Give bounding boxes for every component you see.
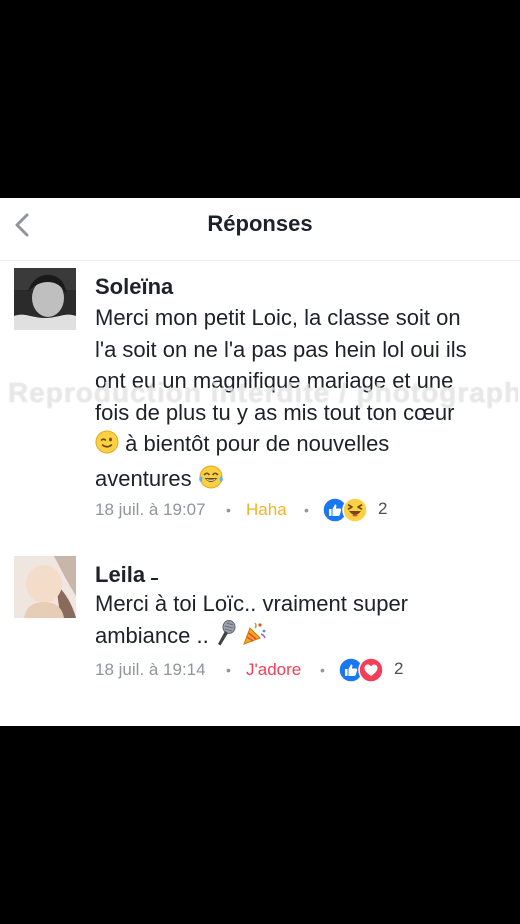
comment-line: l'a soit on ne l'a pas pas hein lol oui … xyxy=(95,336,467,362)
watermark: Reproduction interdite / photographe mar… xyxy=(8,377,518,408)
reaction-summary[interactable]: 2 xyxy=(322,497,412,523)
avatar[interactable] xyxy=(14,268,76,330)
comment-line-with-emoji: aventures xyxy=(95,463,510,498)
comment-author[interactable]: Leila xyxy=(95,562,159,588)
reaction-label-love[interactable]: J'adore xyxy=(246,660,301,680)
timestamp: 18 juil. à 19:14 xyxy=(95,660,206,679)
tears-of-joy-emoji-icon xyxy=(198,465,224,498)
separator-dot: • xyxy=(320,662,325,678)
comment-line-with-emoji: à bientôt pour de nouvelles xyxy=(95,428,510,463)
party-popper-emoji-icon xyxy=(241,620,267,655)
page-title: Réponses xyxy=(207,211,313,236)
love-icon xyxy=(358,657,384,683)
comment-leila: Leila Merci à toi Loïc.. vraiment super … xyxy=(0,548,520,698)
microphone-emoji-icon xyxy=(215,619,237,655)
comment-line-with-emoji: ambiance .. xyxy=(95,619,510,655)
reaction-summary[interactable]: 2 xyxy=(338,657,428,683)
separator-dot: • xyxy=(226,662,231,678)
comment-meta: 18 juil. à 19:07 • Haha • 2 xyxy=(95,497,515,524)
separator-dot: • xyxy=(226,502,231,518)
comment-author[interactable]: Soleïna xyxy=(95,274,173,300)
comment-text: Merci à toi Loïc.. vraiment super ambian… xyxy=(95,588,510,654)
avatar[interactable] xyxy=(14,556,76,618)
comment-meta: 18 juil. à 19:14 • J'adore • 2 xyxy=(95,657,515,684)
comment-line: Merci mon petit Loic, la classe soit on xyxy=(95,305,461,330)
comment-line: Merci à toi Loïc.. vraiment super xyxy=(95,591,409,616)
wink-emoji-icon xyxy=(95,430,119,463)
active-indicator xyxy=(151,578,159,580)
replies-header: Réponses xyxy=(0,198,520,261)
reaction-count: 2 xyxy=(378,499,388,518)
timestamp: 18 juil. à 19:07 xyxy=(95,500,206,519)
replies-panel: Réponses Soleïna Merci mon petit Loic, l… xyxy=(0,198,520,726)
haha-icon xyxy=(342,497,368,523)
reaction-label-haha[interactable]: Haha xyxy=(246,500,287,520)
reaction-count: 2 xyxy=(394,659,404,678)
separator-dot: • xyxy=(304,502,309,518)
